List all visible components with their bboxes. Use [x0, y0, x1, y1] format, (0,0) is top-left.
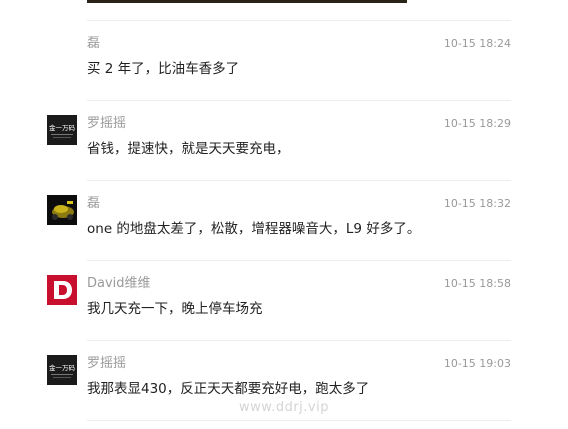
comment-time: 10-15 18:32 — [443, 197, 511, 210]
comment-author[interactable]: 磊 — [87, 195, 100, 213]
comment-text: 买 2 年了，比油车香多了 — [87, 61, 240, 77]
comment-divider — [87, 260, 511, 261]
comment-divider — [87, 420, 511, 421]
comment-item: 金一万码 罗摇摇 10-15 18:29 省钱，提速快，就是天天要充电， — [0, 100, 568, 180]
comment-item: 磊 10-15 18:32 one 的地盘太差了，松散，增程器噪音大，L9 好多… — [0, 180, 568, 260]
comment-author[interactable]: David维维 — [87, 275, 151, 293]
comment-text: 我那表显430，反正天天都要充好电，跑太多了 — [87, 381, 370, 397]
comment-time: 10-15 18:58 — [443, 277, 511, 290]
comment-author[interactable]: 罗摇摇 — [87, 355, 126, 373]
user-avatar[interactable]: 金一万码 — [47, 115, 77, 145]
comment-time: 10-15 18:24 — [443, 37, 511, 50]
text-logo-avatar-icon: 金一万码 — [47, 355, 77, 385]
comment-author[interactable]: 罗摇摇 — [87, 115, 126, 133]
comment-text: 省钱，提速快，就是天天要充电， — [87, 141, 290, 157]
previous-post-image[interactable] — [87, 0, 407, 3]
comment-divider — [87, 340, 511, 341]
comment-divider — [87, 180, 511, 181]
car-photo-avatar-icon — [47, 195, 77, 225]
user-avatar[interactable] — [47, 195, 77, 225]
comment-text: one 的地盘太差了，松散，增程器噪音大，L9 好多了。 — [87, 221, 421, 237]
comment-time: 10-15 18:29 — [443, 117, 511, 130]
avatar-logo-text: 金一万码 — [49, 363, 76, 372]
comment-text: 我几天充一下，晚上停车场充 — [87, 301, 263, 317]
comment-divider — [87, 100, 511, 101]
comment-item: 磊 10-15 18:24 买 2 年了，比油车香多了 — [0, 20, 568, 100]
avatar-background — [47, 275, 77, 305]
comment-author[interactable]: 磊 — [87, 35, 100, 53]
user-avatar[interactable] — [47, 275, 77, 305]
user-avatar[interactable]: 金一万码 — [47, 355, 77, 385]
comment-item: David维维 10-15 18:58 我几天充一下，晚上停车场充 — [0, 260, 568, 340]
avatar-logo-text: 金一万码 — [49, 123, 76, 132]
comment-time: 10-15 19:03 — [443, 357, 511, 370]
watermark: www.ddrj.vip — [239, 400, 329, 415]
letter-d-avatar-icon — [47, 275, 77, 305]
comment-divider — [87, 20, 511, 21]
text-logo-avatar-icon: 金一万码 — [47, 115, 77, 145]
